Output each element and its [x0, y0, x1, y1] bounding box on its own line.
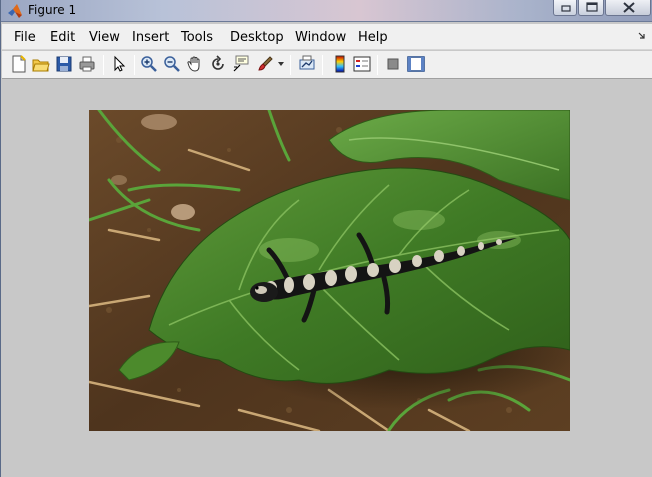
menu-file[interactable]: File: [14, 30, 36, 45]
toolbar-separator: [377, 55, 378, 75]
dock-arrow-icon[interactable]: [638, 32, 646, 40]
new-figure-icon[interactable]: [10, 55, 28, 73]
maximize-button[interactable]: [578, 0, 604, 16]
show-plot-tools-icon[interactable]: [407, 55, 425, 73]
link-plot-icon[interactable]: [298, 55, 316, 73]
brush-icon[interactable]: [256, 55, 274, 73]
legend-icon[interactable]: [353, 55, 371, 73]
toolbar-separator: [322, 55, 323, 75]
open-file-icon[interactable]: [32, 55, 50, 73]
zoom-in-icon[interactable]: [140, 55, 158, 73]
menu-help[interactable]: Help: [358, 30, 388, 45]
toolbar-separator: [290, 55, 291, 75]
rotate-3d-icon[interactable]: [209, 55, 227, 73]
hide-plot-tools-icon[interactable]: [384, 55, 402, 73]
menu-edit[interactable]: Edit: [50, 30, 75, 45]
menu-bar: File Edit View Insert Tools Desktop Wind…: [2, 24, 652, 50]
menu-tools[interactable]: Tools: [181, 30, 213, 45]
window-title: Figure 1: [28, 3, 77, 17]
toolbar-separator: [103, 55, 104, 75]
title-bar[interactable]: Figure 1: [1, 0, 652, 22]
figure-window: Figure 1 File Edit View Insert Tools Des…: [0, 0, 652, 477]
menu-window[interactable]: Window: [295, 30, 346, 45]
print-icon[interactable]: [78, 55, 96, 73]
brush-dropdown-icon[interactable]: [278, 62, 284, 66]
figure-toolbar: [2, 51, 652, 79]
toolbar-separator: [134, 55, 135, 75]
matlab-icon: [8, 4, 22, 18]
close-button[interactable]: [605, 0, 651, 16]
maximize-icon: [586, 2, 598, 12]
save-icon[interactable]: [55, 55, 73, 73]
menu-view[interactable]: View: [89, 30, 120, 45]
menu-desktop[interactable]: Desktop: [230, 30, 284, 45]
colorbar-icon[interactable]: [331, 55, 349, 73]
data-cursor-icon[interactable]: [232, 55, 250, 73]
menu-insert[interactable]: Insert: [132, 30, 169, 45]
minimize-button[interactable]: [553, 0, 577, 16]
image-axes[interactable]: [89, 110, 570, 431]
edit-plot-icon[interactable]: [110, 55, 128, 73]
minimize-icon: [561, 5, 571, 12]
zoom-out-icon[interactable]: [163, 55, 181, 73]
salamander-photo: [89, 110, 570, 431]
close-icon: [623, 2, 635, 13]
pan-icon[interactable]: [186, 55, 204, 73]
